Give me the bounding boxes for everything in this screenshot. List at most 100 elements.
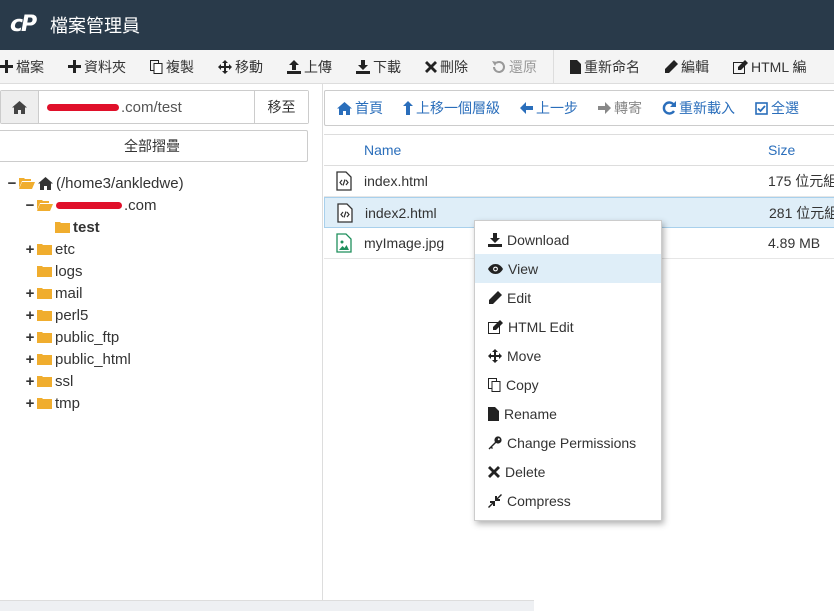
collapse-all-button[interactable]: 全部摺疊 bbox=[0, 130, 308, 162]
column-name-header[interactable]: Name bbox=[364, 142, 768, 158]
tree-label: ssl bbox=[55, 372, 74, 390]
move-button[interactable]: 移動 bbox=[208, 50, 275, 83]
expand-toggle[interactable]: + bbox=[24, 329, 36, 346]
toolbar-label: 上傳 bbox=[304, 58, 332, 75]
edit-button[interactable]: 編輯 bbox=[654, 50, 721, 83]
arrow-right-icon bbox=[598, 102, 611, 114]
collapse-toggle[interactable]: − bbox=[6, 175, 18, 192]
tree-item-public-html[interactable]: + public_html bbox=[6, 348, 184, 370]
compress-icon bbox=[488, 493, 502, 508]
collapse-toggle[interactable]: − bbox=[24, 197, 36, 214]
tree-item-test[interactable]: test bbox=[6, 216, 184, 238]
table-row[interactable]: index.html 175 位元組 bbox=[324, 166, 834, 197]
upload-button[interactable]: 上傳 bbox=[277, 50, 344, 83]
menu-label: Rename bbox=[504, 405, 557, 422]
app-header: cP 檔案管理員 bbox=[0, 0, 834, 50]
menu-item-change-permissions[interactable]: Change Permissions bbox=[475, 428, 661, 457]
folder-icon bbox=[37, 310, 52, 321]
menu-label: Copy bbox=[506, 376, 539, 393]
upload-icon bbox=[287, 59, 301, 74]
cpanel-logo[interactable]: cP bbox=[10, 14, 40, 36]
forward-button[interactable]: 轉寄 bbox=[598, 98, 642, 118]
expand-toggle[interactable]: + bbox=[24, 241, 36, 258]
copy-button[interactable]: 複製 bbox=[140, 50, 206, 83]
folder-tree: − (/home3/ankledwe) − .com test + etc lo… bbox=[6, 172, 184, 414]
go-button[interactable]: 移至 bbox=[254, 91, 308, 123]
home-button[interactable] bbox=[1, 91, 39, 123]
tree-item-domain[interactable]: − .com bbox=[6, 194, 184, 216]
download-icon bbox=[488, 232, 502, 247]
expand-toggle[interactable]: + bbox=[24, 307, 36, 324]
expand-toggle[interactable]: + bbox=[24, 373, 36, 390]
nav-label: 上一步 bbox=[536, 100, 578, 116]
folder-icon bbox=[37, 354, 52, 365]
nav-label: 上移一個層級 bbox=[416, 100, 500, 116]
back-button[interactable]: 上一步 bbox=[520, 98, 578, 118]
expand-toggle[interactable]: + bbox=[24, 285, 36, 302]
tree-label: logs bbox=[55, 262, 83, 280]
menu-item-move[interactable]: Move bbox=[475, 341, 661, 370]
tree-item-mail[interactable]: + mail bbox=[6, 282, 184, 304]
home-icon bbox=[12, 100, 27, 114]
horizontal-scrollbar[interactable] bbox=[0, 600, 534, 611]
select-all-button[interactable]: 全選 bbox=[755, 98, 799, 118]
menu-label: View bbox=[508, 260, 539, 277]
copy-icon bbox=[150, 59, 163, 74]
new-file-button[interactable]: 檔案 bbox=[0, 50, 56, 83]
tree-item-public-ftp[interactable]: + public_ftp bbox=[6, 326, 184, 348]
folder-icon bbox=[37, 244, 52, 255]
tree-item-home[interactable]: − (/home3/ankledwe) bbox=[6, 172, 184, 194]
copy-icon bbox=[488, 377, 501, 392]
restore-button[interactable]: 還原 bbox=[482, 50, 549, 83]
menu-item-rename[interactable]: Rename bbox=[475, 399, 661, 428]
main-toolbar: 檔案 資料夾 複製 移動 上傳 下載 刪除 還原 重新命名 編輯 HTML 編 bbox=[0, 50, 834, 84]
menu-label: Compress bbox=[507, 492, 571, 509]
home-nav-button[interactable]: 首頁 bbox=[337, 98, 383, 118]
tree-item-ssl[interactable]: + ssl bbox=[6, 370, 184, 392]
home-icon bbox=[337, 101, 352, 115]
file-icon bbox=[488, 406, 499, 421]
refresh-icon bbox=[662, 101, 676, 115]
pencil-icon bbox=[489, 290, 502, 304]
menu-item-html-edit[interactable]: HTML Edit bbox=[475, 312, 661, 341]
move-icon bbox=[488, 348, 502, 363]
navigation-toolbar: 首頁 上移一個層級 上一步 轉寄 重新載入 全選 bbox=[324, 90, 834, 126]
toolbar-label: 檔案 bbox=[16, 58, 44, 75]
menu-label: Edit bbox=[507, 289, 532, 306]
reload-button[interactable]: 重新載入 bbox=[662, 98, 735, 118]
menu-item-edit[interactable]: Edit bbox=[475, 283, 661, 312]
menu-item-delete[interactable]: Delete bbox=[475, 457, 661, 486]
menu-item-download[interactable]: Download bbox=[475, 225, 661, 254]
menu-label: Move bbox=[507, 347, 542, 364]
path-input[interactable]: .com/test bbox=[39, 91, 254, 123]
tree-label: .com bbox=[124, 196, 157, 214]
new-folder-button[interactable]: 資料夾 bbox=[58, 50, 138, 83]
tree-label: tmp bbox=[55, 394, 81, 412]
expand-toggle[interactable]: + bbox=[24, 351, 36, 368]
menu-label: Change Permissions bbox=[507, 434, 637, 451]
up-level-button[interactable]: 上移一個層級 bbox=[403, 98, 500, 118]
panel-splitter[interactable] bbox=[322, 84, 323, 611]
menu-item-compress[interactable]: Compress bbox=[475, 486, 661, 515]
redaction-mark bbox=[47, 103, 119, 111]
tree-label: public_html bbox=[55, 350, 131, 368]
tree-label: test bbox=[73, 218, 100, 236]
html-edit-button[interactable]: HTML 編 bbox=[723, 50, 818, 83]
download-button[interactable]: 下載 bbox=[346, 50, 413, 83]
tree-item-etc[interactable]: + etc bbox=[6, 238, 184, 260]
tree-item-logs[interactable]: logs bbox=[6, 260, 184, 282]
tree-item-tmp[interactable]: + tmp bbox=[6, 392, 184, 414]
menu-item-copy[interactable]: Copy bbox=[475, 370, 661, 399]
menu-item-view[interactable]: View bbox=[475, 254, 661, 283]
restore-icon bbox=[492, 60, 505, 73]
delete-icon bbox=[488, 465, 500, 478]
toolbar-label: 資料夾 bbox=[84, 58, 126, 75]
expand-toggle[interactable]: + bbox=[24, 395, 36, 412]
column-size-header[interactable]: Size bbox=[768, 142, 795, 158]
file-name: index2.html bbox=[365, 204, 437, 221]
tree-item-perl5[interactable]: + perl5 bbox=[6, 304, 184, 326]
level-up-icon bbox=[403, 101, 413, 115]
html-file-icon bbox=[337, 202, 353, 223]
rename-button[interactable]: 重新命名 bbox=[564, 50, 652, 83]
delete-button[interactable]: 刪除 bbox=[415, 50, 480, 83]
